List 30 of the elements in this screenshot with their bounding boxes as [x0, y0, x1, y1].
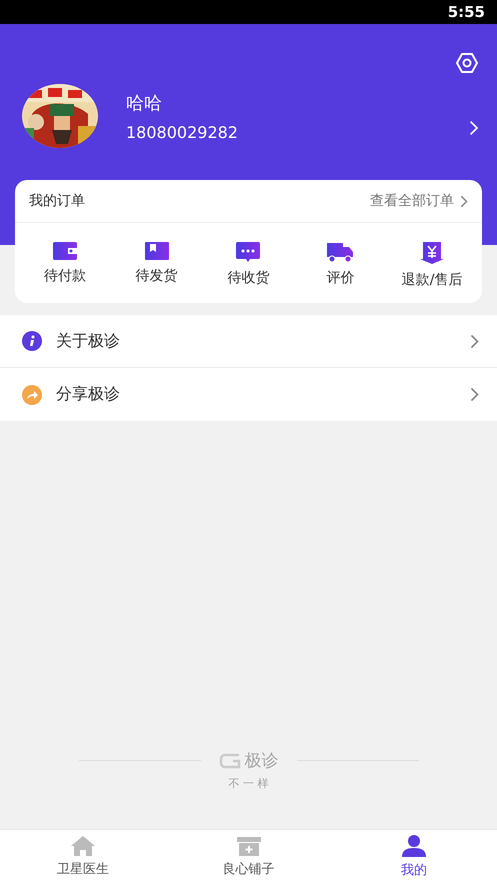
chevron-icon [460, 194, 468, 208]
status-time: 5:55 [448, 3, 485, 21]
home-icon [70, 835, 96, 857]
chevron-icon [469, 120, 479, 136]
refund-icon [419, 241, 446, 265]
view-all-link[interactable]: 查看全部订单 [370, 192, 468, 210]
order-status-button[interactable]: 待发货 [114, 241, 200, 289]
chat-icon [235, 241, 262, 263]
user-icon [401, 834, 428, 858]
phone-number: 18080029282 [126, 122, 239, 142]
slogan: 不 一 样 [228, 776, 268, 791]
card-title: 我的订单 [29, 192, 85, 210]
box-icon [144, 241, 170, 261]
chevron-icon [470, 334, 479, 348]
tab[interactable]: 良心铺子 [166, 830, 332, 883]
wallet-icon [52, 241, 78, 261]
order-status-button[interactable]: 评价 [297, 241, 384, 289]
store-icon [236, 835, 262, 857]
settings-icon[interactable] [455, 52, 479, 74]
chevron-icon [470, 387, 479, 402]
user-name: 哈哈 [126, 92, 163, 114]
truck-icon [326, 241, 354, 263]
brand-logo: 极诊 [218, 749, 278, 772]
tab[interactable]: 卫星医生 [0, 830, 166, 883]
tab[interactable]: 我的 [331, 830, 497, 883]
order-status-button[interactable]: 退款/售后 [389, 241, 476, 289]
order-status-button[interactable]: 待付款 [22, 241, 108, 289]
share-icon [26, 390, 38, 400]
logo-icon [218, 752, 242, 770]
order-status-button[interactable]: 待收货 [205, 241, 292, 289]
